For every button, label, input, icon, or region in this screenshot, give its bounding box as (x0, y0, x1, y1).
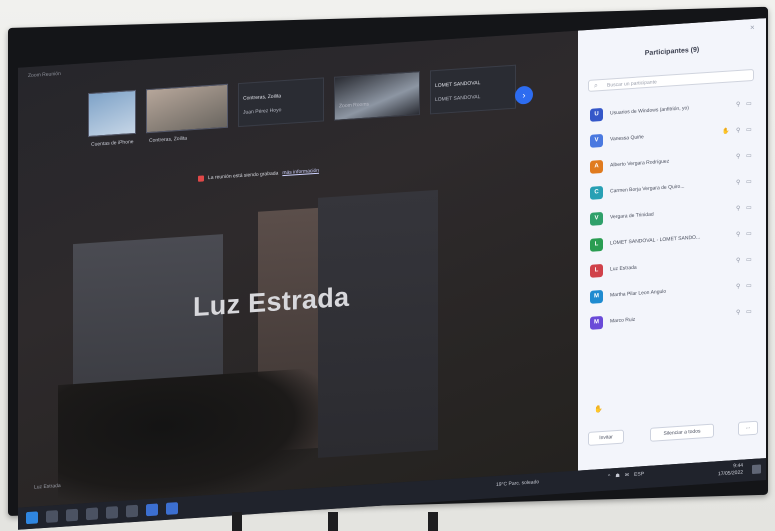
participant-search-input[interactable]: ⌕ Buscar un participante (588, 68, 754, 92)
thumbnail-label: Contreras, Zoilita (149, 135, 188, 145)
avatar: V (590, 211, 603, 226)
thumbnail-tile[interactable]: Contreras, Zoilita (146, 83, 228, 144)
tray-language[interactable]: ESP (634, 471, 644, 478)
tile-sub: Juan Pérez Hoyo (243, 107, 282, 116)
recording-text: La reunión está siendo grabada (208, 170, 279, 182)
search-icon: ⌕ (594, 82, 598, 90)
camera-off-icon[interactable]: ▭ (746, 204, 752, 211)
clock-date: 17/05/2022 (718, 469, 744, 478)
raise-hand-icon[interactable]: ✋ (594, 405, 603, 414)
avatar: C (590, 185, 603, 200)
camera-off-icon[interactable]: ▭ (746, 256, 752, 263)
mic-muted-icon[interactable]: ⚲ (736, 231, 740, 238)
mic-muted-icon[interactable]: ⚲ (736, 205, 740, 212)
mic-muted-icon[interactable]: ⚲ (736, 153, 740, 160)
participant-name: Carmen Borja Vergara de Quiro... (610, 183, 685, 195)
tray-chevron-icon[interactable]: ^ (608, 473, 610, 479)
camera-off-icon[interactable]: ▭ (746, 126, 752, 133)
avatar: M (590, 315, 603, 330)
camera-off-icon[interactable]: ▭ (746, 308, 752, 315)
video-shadows (58, 367, 318, 506)
camera-off-icon[interactable]: ▭ (746, 100, 752, 107)
mic-muted-icon[interactable]: ⚲ (736, 179, 740, 186)
tray-network-icon[interactable]: ☗ (615, 473, 619, 479)
more-videos-button[interactable]: › (515, 85, 533, 105)
tv-frame: Zoom Reunión Cuentas de iPhone Contreras… (8, 6, 768, 530)
tile-name: LOMET SANDOVAL (435, 80, 481, 90)
start-icon[interactable] (26, 511, 38, 525)
camera-off-icon[interactable]: ▭ (746, 282, 752, 289)
tile-name: Contreras, Zoilita (243, 93, 282, 102)
recording-banner: La reunión está siendo grabada más infor… (198, 168, 319, 182)
folder-icon[interactable] (106, 506, 118, 519)
more-options-button[interactable]: ··· (738, 420, 758, 436)
participant-name: Luz Estrada (610, 264, 637, 273)
search-taskbar-icon[interactable] (46, 510, 58, 523)
thumbnail-name-tile[interactable]: LOMET SANDOVAL LOMET SANDOVAL (430, 64, 516, 115)
panel-title: Participantes (9) (644, 46, 700, 58)
mic-muted-icon[interactable]: ⚲ (736, 283, 740, 290)
video-corner-name: Luz Estrada (34, 482, 61, 491)
mute-all-button[interactable]: Silenciar a todos (650, 423, 714, 442)
participant-name: Vanessa Quiñe (610, 134, 644, 143)
participants-panel: × Participantes (9) ⌕ Buscar un particip… (578, 18, 766, 471)
tv-stand-foot (328, 512, 338, 531)
avatar: L (590, 237, 603, 252)
panel-footer: Invitar Silenciar a todos ··· (588, 415, 758, 450)
camera-off-icon[interactable]: ▭ (746, 152, 752, 159)
clock-time: 9:44 (733, 462, 744, 470)
browser-icon[interactable] (86, 507, 98, 521)
zoom-app-icon[interactable] (146, 503, 158, 517)
weather-widget[interactable]: 19°C Parc. soleado (496, 479, 539, 488)
tile-sub: LOMET SANDOVAL (435, 94, 481, 104)
thumbnail-label: Cuentas de iPhone (91, 139, 134, 148)
mic-muted-icon[interactable]: ⚲ (736, 309, 740, 316)
tv-stand-foot (232, 512, 242, 531)
close-icon[interactable]: × (750, 23, 755, 32)
raised-hand-icon: ✋ (722, 128, 730, 136)
participant-name: Alberto Vergara Rodríguez (610, 158, 670, 169)
mic-muted-icon[interactable]: ⚲ (736, 257, 740, 264)
tv-stand-foot (428, 512, 438, 531)
record-icon (198, 175, 204, 182)
window-title: Zoom Reunión (28, 70, 61, 80)
avatar: A (590, 159, 603, 174)
app-icon[interactable] (126, 504, 138, 518)
mic-muted-icon[interactable]: ⚲ (736, 101, 740, 108)
thumbnail-tile[interactable]: Cuentas de iPhone (88, 89, 136, 148)
tray-mail-icon[interactable]: ✉ (625, 472, 629, 478)
avatar: L (590, 263, 603, 278)
avatar: U (590, 107, 603, 122)
zoom-screen: Zoom Reunión Cuentas de iPhone Contreras… (18, 18, 766, 530)
task-view-icon[interactable] (66, 508, 78, 522)
system-tray: ^ ☗ ✉ ESP (608, 471, 644, 479)
thumbnail-name-tile[interactable]: Contreras, Zoilita Juan Pérez Hoyo (238, 77, 324, 128)
video-wall-area (318, 189, 438, 458)
participant-name: Marco Ruiz (610, 316, 636, 325)
participant-list: U Usuarios de Windows (anfitrión, yo) ⚲ ▭ V V… (590, 95, 758, 340)
search-placeholder: Buscar un participante (607, 79, 657, 89)
avatar: V (590, 133, 603, 148)
participant-name: Vergara de Trinidad (610, 211, 654, 221)
thumbnail-name-tile[interactable]: Zoom Rooms (334, 71, 420, 121)
active-speaker-video: Zoom Reunión Cuentas de iPhone Contreras… (18, 30, 578, 508)
tile-sub: Zoom Rooms (339, 101, 370, 110)
camera-off-icon[interactable]: ▭ (746, 178, 752, 185)
avatar: M (590, 289, 603, 304)
camera-off-icon[interactable]: ▭ (746, 230, 752, 237)
participant-name: LOMET SANDOVAL - LOMET SANDO... (610, 234, 701, 247)
zoom-meeting-icon[interactable] (166, 502, 178, 515)
invite-button[interactable]: Invitar (588, 429, 624, 446)
notification-icon[interactable] (752, 464, 761, 475)
mic-muted-icon[interactable]: ⚲ (736, 127, 740, 134)
participant-name: Usuarios de Windows (anfitrión, yo) (610, 105, 689, 117)
participant-name: Martha Pilar Leon Angulo (610, 288, 667, 299)
clock[interactable]: 9:44 17/05/2022 (718, 463, 743, 479)
thumbnail-strip: Cuentas de iPhone Contreras, Zoilita Con… (88, 64, 516, 148)
recording-info-link[interactable]: más información (282, 168, 319, 176)
